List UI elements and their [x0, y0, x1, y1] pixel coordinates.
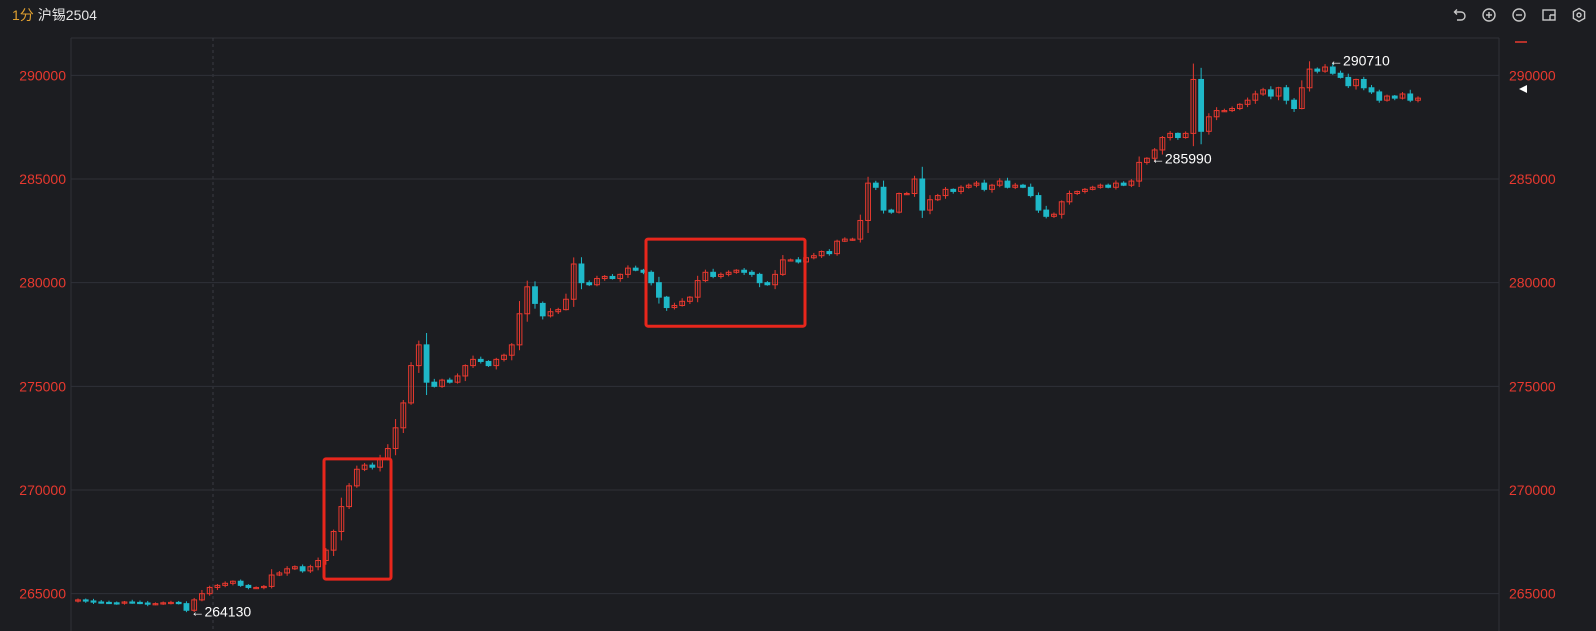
candle-body [82, 599, 89, 602]
candle-body [1376, 91, 1383, 101]
candle-body [1198, 78, 1205, 132]
candle-body [237, 580, 244, 586]
candle-body [764, 282, 771, 286]
candle-body [1020, 184, 1026, 188]
candle-body [632, 267, 639, 271]
candle-body [1291, 99, 1297, 109]
candle-body [950, 188, 957, 192]
candle-body [299, 566, 306, 572]
candle-body [578, 263, 585, 284]
candle-body [1345, 76, 1352, 87]
candle-body [144, 602, 151, 605]
candle-body [183, 603, 190, 611]
candle-body [423, 344, 430, 383]
extreme-price-annotation: ←290710 [1329, 53, 1390, 69]
candle-body [826, 251, 833, 255]
candle-body [748, 271, 755, 275]
y-tick-label-right: 285000 [1509, 171, 1556, 187]
y-tick-label-left: 285000 [19, 171, 66, 187]
extreme-price-annotation: ←264130 [190, 604, 251, 620]
candle-body [369, 464, 376, 468]
candle-body [245, 584, 252, 588]
last-price-marker [1519, 85, 1527, 93]
highlight-box [322, 457, 393, 581]
candle-body [485, 360, 492, 367]
candle-body [756, 273, 763, 284]
y-tick-label-left: 280000 [19, 275, 66, 291]
candle-body [1283, 87, 1290, 101]
candle-body [106, 601, 112, 605]
candle-body [741, 269, 748, 273]
candle-body [532, 286, 538, 304]
candle-body [113, 602, 120, 605]
y-tick-label-right: 290000 [1509, 67, 1556, 83]
candle-body [1267, 89, 1274, 97]
candle-body [656, 282, 662, 298]
candle-body [1407, 93, 1414, 101]
candle-body [90, 600, 97, 603]
candle-body [919, 178, 926, 211]
candle-body [663, 296, 670, 309]
candle-body [1004, 180, 1011, 188]
candle-body [539, 302, 546, 317]
y-tick-label-right: 270000 [1509, 482, 1556, 498]
candle-body [1174, 132, 1181, 139]
candle-body [795, 259, 802, 263]
candle-body [1368, 87, 1375, 93]
y-tick-label-left: 275000 [19, 378, 66, 394]
candle-body [1360, 78, 1367, 89]
candle-body [888, 209, 895, 213]
y-tick-label-left: 265000 [19, 586, 66, 602]
candle-body [1105, 184, 1112, 188]
candle-body [129, 601, 136, 604]
candle-body [477, 358, 484, 362]
candle-body [880, 186, 887, 211]
y-tick-label-right: 265000 [1509, 586, 1556, 602]
y-tick-label-left: 290000 [19, 67, 66, 83]
candle-body [710, 271, 717, 277]
candle-body [1314, 68, 1321, 72]
candle-body [1035, 195, 1042, 211]
y-tick-label-right: 280000 [1509, 275, 1556, 291]
candle-body [446, 379, 453, 383]
candle-body [1337, 72, 1344, 78]
candle-body [431, 381, 438, 387]
candle-body [1043, 209, 1050, 217]
extreme-price-annotation: ←285990 [1151, 150, 1212, 166]
candle-body [586, 282, 593, 286]
candle-body [1027, 186, 1034, 197]
candlestick-chart[interactable]: 265000 265000 270000 270000 275000 275000 2800… [0, 0, 1596, 631]
candle-body [872, 182, 879, 188]
y-tick-label-left: 270000 [19, 482, 66, 498]
candle-body [137, 601, 143, 605]
candle-body [175, 601, 182, 605]
candle-body [98, 601, 105, 604]
candle-body [1120, 182, 1127, 186]
candle-body [1391, 95, 1398, 99]
y-tick-label-right: 275000 [1509, 378, 1556, 394]
candle-body [648, 271, 655, 284]
candle-body [609, 275, 616, 280]
candle-body [981, 182, 988, 190]
